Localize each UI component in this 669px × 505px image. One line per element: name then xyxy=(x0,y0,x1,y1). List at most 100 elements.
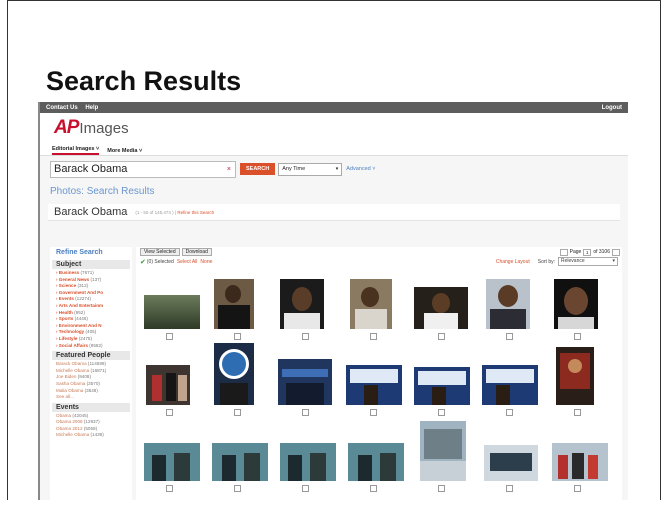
photo-thumbnail[interactable] xyxy=(208,343,270,417)
photo-image[interactable] xyxy=(486,279,530,329)
photo-thumbnail[interactable] xyxy=(140,419,202,493)
photo-thumbnail[interactable] xyxy=(344,343,406,417)
select-checkbox[interactable] xyxy=(438,409,445,416)
advanced-search-link[interactable]: Advanced ˅ xyxy=(346,166,375,172)
sidebar-item[interactable]: › Environment And N xyxy=(56,323,132,330)
photo-image[interactable] xyxy=(280,443,336,481)
photo-thumbnail[interactable] xyxy=(276,419,338,493)
sidebar-item[interactable]: See all... xyxy=(56,394,132,401)
select-checkbox[interactable] xyxy=(506,485,513,492)
photo-image[interactable] xyxy=(146,365,190,405)
sidebar-item[interactable]: Joe Biden (9408) xyxy=(56,374,132,381)
select-checkbox[interactable] xyxy=(506,409,513,416)
select-checkbox[interactable] xyxy=(438,333,445,340)
photo-image[interactable] xyxy=(484,445,538,481)
photo-thumbnail[interactable] xyxy=(480,267,542,341)
sidebar-item[interactable]: › Social Affairs (9582) xyxy=(56,343,132,350)
select-none-link[interactable]: None xyxy=(200,259,212,265)
select-checkbox[interactable] xyxy=(302,409,309,416)
select-checkbox[interactable] xyxy=(574,333,581,340)
view-selected-button[interactable]: View Selected xyxy=(140,248,180,256)
select-checkbox[interactable] xyxy=(438,485,445,492)
photo-thumbnail[interactable] xyxy=(276,343,338,417)
photo-thumbnail[interactable] xyxy=(208,267,270,341)
select-checkbox[interactable] xyxy=(574,409,581,416)
select-checkbox[interactable] xyxy=(166,333,173,340)
search-input[interactable]: Barack Obama × xyxy=(50,160,236,178)
select-checkbox[interactable] xyxy=(370,409,377,416)
time-filter-select[interactable]: Any Time ▾ xyxy=(278,162,343,176)
photo-thumbnail[interactable] xyxy=(548,343,610,417)
photo-image[interactable] xyxy=(348,443,404,481)
photo-image[interactable] xyxy=(556,347,594,405)
sidebar-item[interactable]: Sasha Obama (3570) xyxy=(56,381,132,388)
page-input[interactable]: 1 xyxy=(583,248,592,256)
select-checkbox[interactable] xyxy=(166,409,173,416)
select-checkbox[interactable] xyxy=(302,485,309,492)
sidebar-item[interactable]: › General News (137) xyxy=(56,277,132,284)
photo-image[interactable] xyxy=(414,367,470,405)
logout-link[interactable]: Logout xyxy=(602,105,622,111)
photo-thumbnail[interactable] xyxy=(412,419,474,493)
photo-image[interactable] xyxy=(414,287,468,329)
photo-image[interactable] xyxy=(420,421,466,481)
photo-image[interactable] xyxy=(212,443,268,481)
select-checkbox[interactable] xyxy=(234,333,241,340)
photo-thumbnail[interactable] xyxy=(344,419,406,493)
contact-us-link[interactable]: Contact Us xyxy=(46,105,78,111)
refine-search-title[interactable]: Refine Search xyxy=(50,247,132,259)
select-checkbox[interactable] xyxy=(370,485,377,492)
refine-this-search-link[interactable]: Refine this Search xyxy=(177,210,214,215)
sidebar-item[interactable]: Obama 2008 (12937) xyxy=(56,419,132,426)
photo-thumbnail[interactable] xyxy=(412,267,474,341)
photo-image[interactable] xyxy=(350,279,392,329)
sidebar-item[interactable]: › Business (7671) xyxy=(56,270,132,277)
photo-image[interactable] xyxy=(482,365,538,405)
select-checkbox[interactable] xyxy=(302,333,309,340)
photo-image[interactable] xyxy=(280,279,324,329)
change-layout-link[interactable]: Change Layout xyxy=(496,259,530,265)
tab-editorial-images[interactable]: Editorial Images ˅ xyxy=(52,146,100,155)
sidebar-item[interactable]: › Government And Po xyxy=(56,290,132,297)
sidebar-item[interactable]: Obama (42045) xyxy=(56,413,132,420)
download-button[interactable]: Download xyxy=(181,248,212,256)
photo-image[interactable] xyxy=(144,443,200,481)
photo-image[interactable] xyxy=(214,343,254,405)
photo-thumbnail[interactable] xyxy=(548,419,610,493)
photo-thumbnail[interactable] xyxy=(480,343,542,417)
photo-thumbnail[interactable] xyxy=(140,267,202,341)
select-all-link[interactable]: Select All xyxy=(177,259,198,265)
tab-more-media[interactable]: More Media ˅ xyxy=(107,148,142,155)
photo-thumbnail[interactable] xyxy=(276,267,338,341)
sidebar-item[interactable]: › Technology (405) xyxy=(56,329,132,336)
photo-image[interactable] xyxy=(346,365,402,405)
select-checkbox[interactable] xyxy=(506,333,513,340)
photo-image[interactable] xyxy=(554,279,598,329)
page-prev-icon[interactable] xyxy=(559,248,568,256)
photo-thumbnail[interactable] xyxy=(208,419,270,493)
photo-image[interactable] xyxy=(214,279,254,329)
sort-select[interactable]: Relevance ▾ xyxy=(558,257,618,266)
photo-thumbnail[interactable] xyxy=(480,419,542,493)
photo-image[interactable] xyxy=(278,359,332,405)
sidebar-item[interactable]: Michelle Obama (16871) xyxy=(56,368,132,375)
select-checkbox[interactable] xyxy=(166,485,173,492)
photo-image[interactable] xyxy=(144,295,200,329)
photo-image[interactable] xyxy=(552,443,608,481)
sidebar-item[interactable]: › Health (952) xyxy=(56,310,132,317)
logo[interactable]: AP Images xyxy=(40,113,628,143)
select-checkbox[interactable] xyxy=(370,333,377,340)
sidebar-item[interactable]: › Sports (4448) xyxy=(56,316,132,323)
sidebar-item[interactable]: Michelle Obama (1439) xyxy=(56,432,132,439)
sidebar-item[interactable]: › Lifestyle (2475) xyxy=(56,336,132,343)
search-button[interactable]: SEARCH xyxy=(240,163,276,175)
photo-thumbnail[interactable] xyxy=(140,343,202,417)
sidebar-item[interactable]: Barack Obama (114599) xyxy=(56,361,132,368)
clear-icon[interactable]: × xyxy=(227,166,231,173)
sidebar-item[interactable]: › Science (312) xyxy=(56,283,132,290)
photo-thumbnail[interactable] xyxy=(344,267,406,341)
help-link[interactable]: Help xyxy=(85,105,98,111)
sidebar-item[interactable]: Obama 2012 (5059) xyxy=(56,426,132,433)
page-next-icon[interactable] xyxy=(612,248,620,256)
select-checkbox[interactable] xyxy=(574,485,581,492)
